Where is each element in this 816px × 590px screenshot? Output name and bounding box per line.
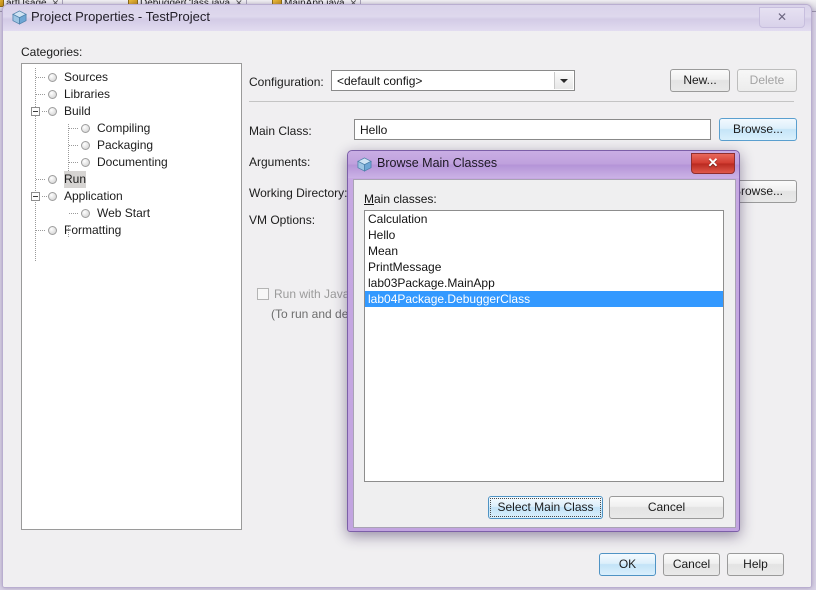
categories-tree[interactable]: Sources Libraries Build Compiling Packag… bbox=[21, 63, 242, 530]
tree-item-label: Libraries bbox=[64, 87, 111, 101]
section-divider bbox=[249, 101, 794, 102]
dialog-title: Browse Main Classes bbox=[377, 156, 498, 170]
window-close-button[interactable]: ✕ bbox=[759, 7, 805, 28]
tree-guide-line bbox=[69, 213, 78, 214]
tree-item-formatting[interactable]: Formatting bbox=[22, 222, 241, 239]
tree-item-documenting[interactable]: Documenting bbox=[22, 154, 241, 171]
tree-bullet-icon bbox=[48, 107, 57, 116]
tree-bullet-icon bbox=[48, 73, 57, 82]
netbeans-cube-icon bbox=[357, 157, 372, 172]
tree-bullet-icon bbox=[81, 158, 90, 167]
configuration-label: Configuration: bbox=[249, 75, 324, 89]
list-item[interactable]: Calculation bbox=[365, 211, 723, 227]
main-classes-label: Main classes: bbox=[364, 192, 437, 206]
tree-guide-line bbox=[36, 179, 45, 180]
tree-bullet-icon bbox=[48, 90, 57, 99]
tree-guide-line bbox=[36, 230, 45, 231]
tree-item-sources[interactable]: Sources bbox=[22, 69, 241, 86]
tree-item-libraries[interactable]: Libraries bbox=[22, 86, 241, 103]
tree-guide-line bbox=[69, 128, 78, 129]
tree-bullet-icon bbox=[81, 209, 90, 218]
list-item[interactable]: Hello bbox=[365, 227, 723, 243]
tree-guide-line bbox=[42, 196, 47, 197]
mnemonic-letter: M bbox=[364, 192, 374, 206]
browse-main-class-button[interactable]: Browse... bbox=[719, 118, 797, 141]
help-button[interactable]: Help bbox=[727, 553, 784, 576]
tree-guide-line bbox=[36, 77, 45, 78]
tree-item-compiling[interactable]: Compiling bbox=[22, 120, 241, 137]
tree-item-label: Sources bbox=[64, 70, 109, 84]
window-title: Project Properties - TestProject bbox=[31, 9, 210, 24]
netbeans-cube-icon bbox=[12, 10, 27, 25]
tree-item-label: Documenting bbox=[97, 155, 168, 169]
tree-guide-line bbox=[36, 94, 45, 95]
tree-guide-line bbox=[69, 162, 78, 163]
tree-item-label: Packaging bbox=[97, 138, 154, 152]
list-item[interactable]: lab03Package.MainApp bbox=[365, 275, 723, 291]
configuration-value: <default config> bbox=[337, 74, 423, 88]
main-class-value: Hello bbox=[360, 123, 388, 137]
main-classes-list[interactable]: Calculation Hello Mean PrintMessage lab0… bbox=[364, 210, 724, 482]
window-titlebar[interactable]: Project Properties - TestProject ✕ bbox=[3, 5, 811, 32]
list-item[interactable]: Mean bbox=[365, 243, 723, 259]
checkbox-icon bbox=[257, 288, 269, 300]
dialog-close-button[interactable]: ✕ bbox=[691, 153, 735, 174]
tree-item-run[interactable]: Run bbox=[22, 171, 241, 188]
tree-bullet-icon bbox=[81, 141, 90, 150]
tree-item-label: Build bbox=[64, 104, 91, 118]
tree-item-build[interactable]: Build bbox=[22, 103, 241, 120]
focus-ring bbox=[490, 498, 601, 517]
vm-options-label: VM Options: bbox=[249, 213, 316, 227]
categories-label: Categories: bbox=[21, 45, 83, 59]
ok-button[interactable]: OK bbox=[599, 553, 656, 576]
list-item[interactable]: PrintMessage bbox=[365, 259, 723, 275]
tree-guide-line bbox=[69, 145, 78, 146]
main-class-input[interactable]: Hello bbox=[354, 119, 711, 140]
tree-item-web-start[interactable]: Web Start bbox=[22, 205, 241, 222]
main-classes-label-rest: ain classes: bbox=[374, 192, 437, 206]
delete-config-button: Delete bbox=[737, 69, 797, 92]
tree-guide-line bbox=[42, 111, 47, 112]
tree-item-label: Web Start bbox=[97, 206, 151, 220]
list-item-selected[interactable]: lab04Package.DebuggerClass bbox=[365, 291, 723, 307]
dialog-titlebar[interactable]: Browse Main Classes ✕ bbox=[348, 151, 739, 178]
chevron-down-icon[interactable] bbox=[554, 72, 573, 89]
arguments-label: Arguments: bbox=[249, 155, 311, 169]
tree-item-label: Application bbox=[64, 189, 123, 203]
tree-item-label: Compiling bbox=[97, 121, 151, 135]
tree-bullet-icon bbox=[48, 226, 57, 235]
tree-item-label: Formatting bbox=[64, 223, 122, 237]
dialog-body: Main classes: Calculation Hello Mean Pri… bbox=[353, 179, 736, 528]
tree-item-application[interactable]: Application bbox=[22, 188, 241, 205]
cancel-button[interactable]: Cancel bbox=[663, 553, 720, 576]
working-directory-label: Working Directory: bbox=[249, 186, 348, 200]
select-main-class-button[interactable]: Select Main Class bbox=[488, 496, 603, 519]
browse-main-classes-dialog: Browse Main Classes ✕ Main classes: Calc… bbox=[347, 150, 740, 532]
main-class-label: Main Class: bbox=[249, 124, 312, 138]
dialog-cancel-button[interactable]: Cancel bbox=[609, 496, 724, 519]
configuration-combobox[interactable]: <default config> bbox=[331, 70, 575, 91]
tree-bullet-icon bbox=[81, 124, 90, 133]
collapse-toggle-icon[interactable] bbox=[31, 192, 40, 201]
tree-bullet-icon bbox=[48, 175, 57, 184]
tree-bullet-icon bbox=[48, 192, 57, 201]
new-config-button[interactable]: New... bbox=[670, 69, 730, 92]
tree-item-label: Run bbox=[64, 171, 87, 188]
tree-item-packaging[interactable]: Packaging bbox=[22, 137, 241, 154]
collapse-toggle-icon[interactable] bbox=[31, 107, 40, 116]
